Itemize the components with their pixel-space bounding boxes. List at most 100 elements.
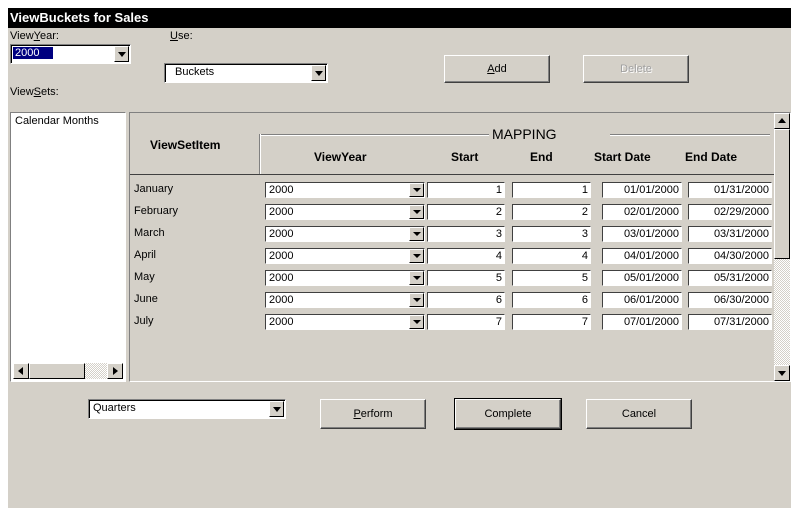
- row-end-field[interactable]: 1: [512, 182, 591, 198]
- use-value: Buckets: [175, 66, 215, 78]
- arrow-left-icon[interactable]: [13, 363, 29, 379]
- row-start-date-field[interactable]: 06/01/2000: [602, 292, 682, 308]
- row-viewyear-value: 2000: [269, 206, 294, 218]
- cancel-button-label: Cancel: [621, 408, 657, 420]
- row-start-date-field[interactable]: 02/01/2000: [602, 204, 682, 220]
- row-viewyear-value: 2000: [269, 272, 294, 284]
- viewyear-label: ViewYear:: [10, 30, 59, 42]
- row-start-date-field[interactable]: 03/01/2000: [602, 226, 682, 242]
- row-end-date-field[interactable]: 06/30/2000: [688, 292, 772, 308]
- row-end-field[interactable]: 3: [512, 226, 591, 242]
- row-viewyear-value: 2000: [269, 250, 294, 262]
- row-start-date-field[interactable]: 04/01/2000: [602, 248, 682, 264]
- delete-button[interactable]: Delete: [583, 55, 689, 83]
- row-end-field[interactable]: 4: [512, 248, 591, 264]
- viewsets-label: ViewSets:: [10, 86, 59, 98]
- chevron-down-icon[interactable]: [409, 227, 424, 241]
- row-label: March: [134, 227, 165, 239]
- complete-button-label: Complete: [484, 408, 532, 420]
- header-mapping: MAPPING: [492, 126, 557, 142]
- row-start-field[interactable]: 2: [427, 204, 505, 220]
- header-rule: [130, 174, 774, 175]
- viewsets-list[interactable]: Calendar Months: [10, 112, 126, 382]
- row-viewyear-select[interactable]: 2000: [265, 182, 425, 198]
- perform-button[interactable]: Perform: [320, 399, 426, 429]
- row-start-field[interactable]: 7: [427, 314, 505, 330]
- mapping-rule-right: [610, 134, 770, 136]
- horizontal-scrollbar[interactable]: [13, 363, 123, 379]
- row-label: April: [134, 249, 157, 261]
- row-viewyear-value: 2000: [269, 316, 294, 328]
- row-end-date-field[interactable]: 05/31/2000: [688, 270, 772, 286]
- chevron-down-icon[interactable]: [409, 205, 424, 219]
- chevron-down-icon[interactable]: [269, 401, 284, 417]
- row-start-field[interactable]: 5: [427, 270, 505, 286]
- chevron-down-icon[interactable]: [409, 293, 424, 307]
- header-end: End: [530, 150, 553, 164]
- row-viewyear-select[interactable]: 2000: [265, 226, 425, 242]
- header-start: Start: [451, 150, 479, 164]
- row-end-field[interactable]: 2: [512, 204, 591, 220]
- row-label: June: [134, 293, 158, 305]
- row-start-date-field[interactable]: 01/01/2000: [602, 182, 682, 198]
- row-start-date-field[interactable]: 05/01/2000: [602, 270, 682, 286]
- row-viewyear-value: 2000: [269, 294, 294, 306]
- add-button-label: Add: [487, 63, 507, 75]
- viewyear-select[interactable]: 2000: [10, 44, 131, 64]
- row-start-date-field[interactable]: 07/01/2000: [602, 314, 682, 330]
- row-label: July: [134, 315, 154, 327]
- mapping-rule-left: [259, 134, 489, 136]
- arrow-right-icon[interactable]: [107, 363, 123, 379]
- row-viewyear-select[interactable]: 2000: [265, 314, 425, 330]
- vertical-scrollbar[interactable]: [774, 113, 790, 381]
- row-end-date-field[interactable]: 03/31/2000: [688, 226, 772, 242]
- chevron-down-icon[interactable]: [409, 183, 424, 197]
- row-end-date-field[interactable]: 02/29/2000: [688, 204, 772, 220]
- row-end-date-field[interactable]: 04/30/2000: [688, 248, 772, 264]
- list-item[interactable]: Calendar Months: [13, 115, 123, 127]
- row-viewyear-select[interactable]: 2000: [265, 204, 425, 220]
- row-viewyear-value: 2000: [269, 184, 294, 196]
- arrow-up-icon[interactable]: [774, 113, 790, 129]
- row-label: January: [134, 183, 174, 195]
- chevron-down-icon[interactable]: [409, 271, 424, 285]
- header-start-date: Start Date: [594, 150, 651, 164]
- row-end-date-field[interactable]: 07/31/2000: [688, 314, 772, 330]
- row-end-date-field[interactable]: 01/31/2000: [688, 182, 772, 198]
- viewyear-value: 2000: [13, 47, 54, 59]
- chevron-down-icon[interactable]: [409, 315, 424, 329]
- row-viewyear-select[interactable]: 2000: [265, 292, 425, 308]
- chevron-down-icon[interactable]: [409, 249, 424, 263]
- chevron-down-icon[interactable]: [311, 65, 326, 81]
- add-button[interactable]: Add: [444, 55, 550, 83]
- delete-button-label: Delete: [620, 63, 652, 75]
- quarters-value: Quarters: [93, 402, 136, 414]
- row-end-field[interactable]: 5: [512, 270, 591, 286]
- mapping-grid: ViewSetItem MAPPING ViewYear Start End S…: [129, 112, 791, 382]
- window-title: ViewBuckets for Sales: [8, 8, 791, 28]
- row-start-field[interactable]: 1: [427, 182, 505, 198]
- row-start-field[interactable]: 4: [427, 248, 505, 264]
- row-viewyear-select[interactable]: 2000: [265, 270, 425, 286]
- scroll-thumb[interactable]: [774, 129, 790, 259]
- header-end-date: End Date: [685, 150, 738, 164]
- cancel-button[interactable]: Cancel: [586, 399, 692, 429]
- header-divider: [259, 134, 261, 174]
- row-label: May: [134, 271, 155, 283]
- row-end-field[interactable]: 6: [512, 292, 591, 308]
- row-label: February: [134, 205, 179, 217]
- row-viewyear-select[interactable]: 2000: [265, 248, 425, 264]
- header-viewsetitem: ViewSetItem: [150, 138, 221, 152]
- complete-button[interactable]: Complete: [454, 398, 562, 430]
- row-end-field[interactable]: 7: [512, 314, 591, 330]
- arrow-down-icon[interactable]: [774, 365, 790, 381]
- perform-button-label: Perform: [353, 408, 393, 420]
- row-start-field[interactable]: 6: [427, 292, 505, 308]
- scroll-thumb[interactable]: [29, 363, 85, 379]
- row-start-field[interactable]: 3: [427, 226, 505, 242]
- viewbuckets-window: ViewBuckets for Sales ViewYear: Use: 200…: [8, 8, 791, 508]
- quarters-select[interactable]: Quarters: [88, 399, 286, 419]
- row-viewyear-value: 2000: [269, 228, 294, 240]
- chevron-down-icon[interactable]: [114, 46, 129, 62]
- use-select[interactable]: Buckets: [164, 63, 328, 83]
